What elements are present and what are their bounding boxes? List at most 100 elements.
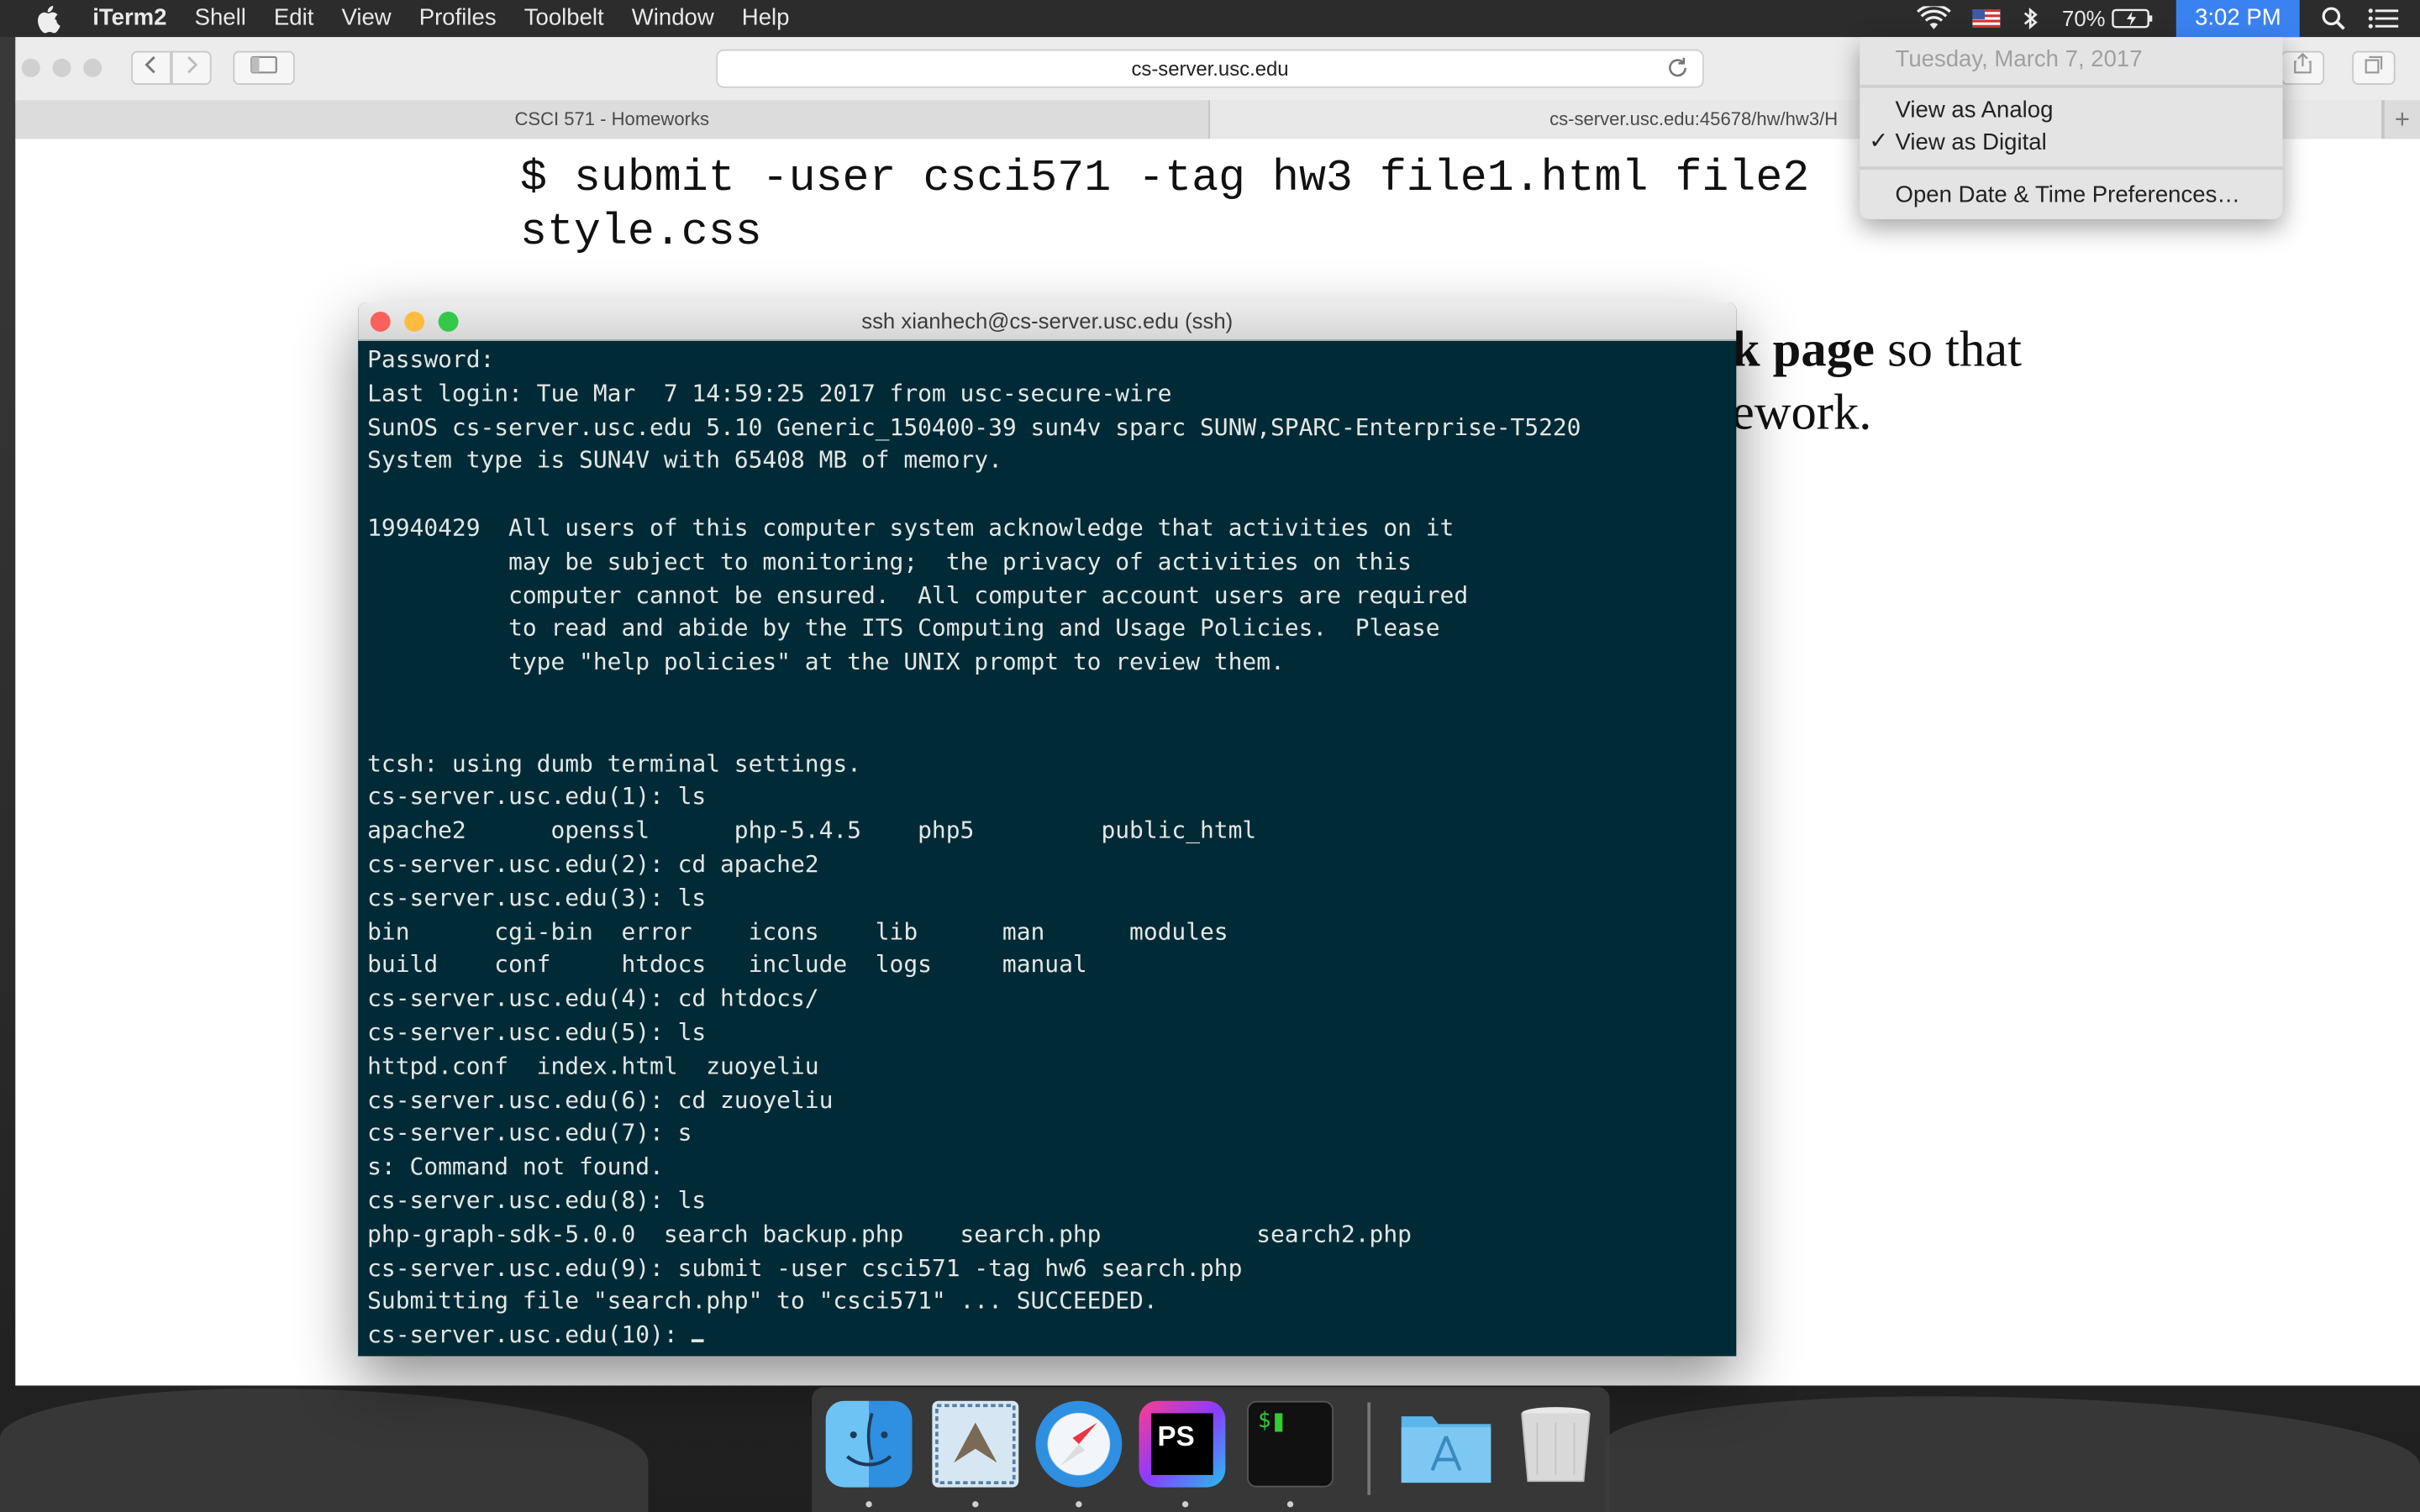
terminal-output[interactable]: Password: Last login: Tue Mar 7 14:59:25 … bbox=[367, 344, 1725, 1353]
iterm-prompt: $ bbox=[1257, 1408, 1271, 1434]
new-tab-button[interactable]: + bbox=[2382, 100, 2420, 139]
terminal-line: cs-server.usc.edu(6): cd zuoyeliu bbox=[367, 1085, 834, 1114]
chevron-right-icon bbox=[187, 55, 198, 74]
tab-label: CSCI 571 - Homeworks bbox=[514, 108, 710, 130]
command-text: $ submit -user csci571 -tag hw3 file1.ht… bbox=[520, 151, 1809, 260]
back-button[interactable] bbox=[131, 50, 171, 86]
minimize-window-button[interactable] bbox=[52, 58, 71, 77]
reload-icon[interactable] bbox=[1665, 55, 1690, 80]
checkmark-icon: ✓ bbox=[1869, 128, 1889, 155]
trash-icon[interactable] bbox=[1512, 1401, 1599, 1488]
share-icon bbox=[2294, 52, 2312, 74]
terminal-line: to read and abide by the ITS Computing a… bbox=[367, 614, 1440, 643]
sidebar-icon bbox=[250, 55, 277, 74]
running-indicator bbox=[865, 1501, 872, 1508]
applications-folder-icon[interactable] bbox=[1398, 1401, 1494, 1488]
terminal-line: Submitting file "search.php" to "csci571… bbox=[367, 1287, 1158, 1315]
terminal-line: s: Command not found. bbox=[367, 1152, 664, 1181]
menu-clock[interactable]: 3:02 PM bbox=[2176, 0, 2300, 38]
address-bar[interactable]: cs-server.usc.edu bbox=[716, 49, 1704, 88]
share-button[interactable] bbox=[2281, 50, 2325, 86]
flag-icon[interactable] bbox=[1972, 9, 2001, 29]
terminal-line: bin cgi-bin error icons lib man modules bbox=[367, 917, 1228, 946]
body-text-1: so that bbox=[1874, 322, 2023, 378]
iterm-icon[interactable]: $ bbox=[1247, 1400, 1334, 1488]
terminal-line: type "help policies" at the UNIX prompt … bbox=[367, 648, 1285, 676]
menu-toolbelt[interactable]: Toolbelt bbox=[524, 0, 604, 37]
terminal-line: apache2 openssl php-5.4.5 php5 public_ht… bbox=[367, 816, 1257, 844]
menu-window[interactable]: Window bbox=[632, 0, 714, 37]
terminal-line: cs-server.usc.edu(5): ls bbox=[367, 1018, 707, 1047]
terminal-line: tcsh: using dumb terminal settings. bbox=[367, 748, 861, 777]
close-window-button[interactable] bbox=[21, 58, 40, 77]
show-tabs-button[interactable] bbox=[2352, 50, 2396, 86]
terminal-line: cs-server.usc.edu(9): submit -user csci5… bbox=[367, 1253, 1243, 1282]
bluetooth-icon[interactable] bbox=[2022, 6, 2040, 30]
terminal-line: SunOS cs-server.usc.edu 5.10 Generic_150… bbox=[367, 412, 1581, 441]
menu-app-name[interactable]: iTerm2 bbox=[92, 0, 166, 37]
terminal-line: Last login: Tue Mar 7 14:59:25 2017 from… bbox=[367, 379, 1172, 407]
view-as-analog-item[interactable]: View as Analog bbox=[1896, 96, 2054, 127]
running-indicator bbox=[1286, 1501, 1294, 1508]
status-area: 70% 3:02 PM bbox=[1917, 0, 2420, 38]
forward-button[interactable] bbox=[171, 50, 212, 86]
battery-percentage[interactable]: 70% bbox=[2062, 0, 2105, 37]
page-body-text: k page so that ework. bbox=[1732, 319, 2022, 446]
menu-shell[interactable]: Shell bbox=[195, 0, 246, 37]
view-as-digital-item[interactable]: View as Digital bbox=[1896, 128, 2047, 159]
clock-menu: Tuesday, March 7, 2017 View as Analog ✓ … bbox=[1860, 37, 2283, 219]
menu-profiles[interactable]: Profiles bbox=[419, 0, 497, 37]
running-indicator bbox=[972, 1501, 979, 1508]
menu-help[interactable]: Help bbox=[742, 0, 790, 37]
battery-icon[interactable] bbox=[2112, 8, 2154, 29]
cursor-icon bbox=[1275, 1413, 1283, 1432]
terminal-line: cs-server.usc.edu(10): bbox=[367, 1320, 1725, 1353]
clock-menu-date: Tuesday, March 7, 2017 bbox=[1895, 46, 2143, 73]
body-text-2: ework. bbox=[1731, 386, 1872, 442]
terminal-line: cs-server.usc.edu(7): s bbox=[367, 1119, 692, 1147]
terminal-line: 19940429 All users of this computer syst… bbox=[367, 513, 1455, 542]
command-line-2: style.css bbox=[519, 207, 762, 258]
apple-icon[interactable] bbox=[34, 3, 65, 34]
spotlight-icon[interactable] bbox=[2321, 6, 2345, 30]
finder-icon[interactable] bbox=[825, 1400, 913, 1488]
terminal-line: Password: bbox=[367, 345, 495, 374]
terminal-cursor bbox=[692, 1339, 705, 1343]
terminal-line: cs-server.usc.edu(1): ls bbox=[367, 782, 707, 811]
zoom-window-button[interactable] bbox=[83, 58, 103, 77]
terminal-line: httpd.conf index.html zuoyeliu bbox=[367, 1052, 819, 1080]
menu-view[interactable]: View bbox=[341, 0, 391, 37]
sidebar-button[interactable] bbox=[233, 50, 295, 86]
terminal-titlebar: ssh xianhech@cs-server.usc.edu (ssh) bbox=[358, 302, 1737, 341]
dock: PS $ bbox=[812, 1387, 1610, 1512]
running-indicator bbox=[1181, 1501, 1189, 1508]
terminal-window: ssh xianhech@cs-server.usc.edu (ssh) Pas… bbox=[358, 302, 1737, 1357]
address-text: cs-server.usc.edu bbox=[1131, 56, 1289, 81]
bold-text: k page bbox=[1731, 322, 1875, 378]
running-indicator bbox=[1076, 1501, 1082, 1508]
phpstorm-label: PS bbox=[1151, 1413, 1213, 1475]
menu-edit[interactable]: Edit bbox=[274, 0, 313, 37]
terminal-line: System type is SUN4V with 65408 MB of me… bbox=[367, 446, 1002, 475]
terminal-line: php-graph-sdk-5.0.0 search backup.php se… bbox=[367, 1220, 1412, 1248]
zoom-window-button[interactable] bbox=[438, 312, 459, 332]
terminal-line: cs-server.usc.edu(3): ls bbox=[367, 883, 707, 912]
mail-icon[interactable] bbox=[932, 1400, 1019, 1488]
menu-separator bbox=[1860, 85, 2283, 88]
chevron-left-icon bbox=[145, 55, 155, 74]
close-window-button[interactable] bbox=[370, 312, 391, 332]
phpstorm-icon[interactable]: PS bbox=[1139, 1400, 1226, 1488]
open-date-time-preferences-item[interactable]: Open Date & Time Preferences… bbox=[1896, 181, 2240, 212]
tab-homeworks[interactable]: CSCI 571 - Homeworks bbox=[15, 100, 1211, 139]
wifi-icon[interactable] bbox=[1917, 6, 1951, 30]
terminal-line: build conf htdocs include logs manual bbox=[367, 951, 1087, 979]
terminal-line: cs-server.usc.edu(8): ls bbox=[367, 1186, 707, 1215]
terminal-title: ssh xianhech@cs-server.usc.edu (ssh) bbox=[861, 308, 1234, 333]
safari-icon[interactable] bbox=[1035, 1400, 1123, 1488]
notification-center-icon[interactable] bbox=[2368, 6, 2399, 30]
terminal-line: may be subject to monitoring; the privac… bbox=[367, 547, 1412, 575]
minimize-window-button[interactable] bbox=[404, 312, 425, 332]
